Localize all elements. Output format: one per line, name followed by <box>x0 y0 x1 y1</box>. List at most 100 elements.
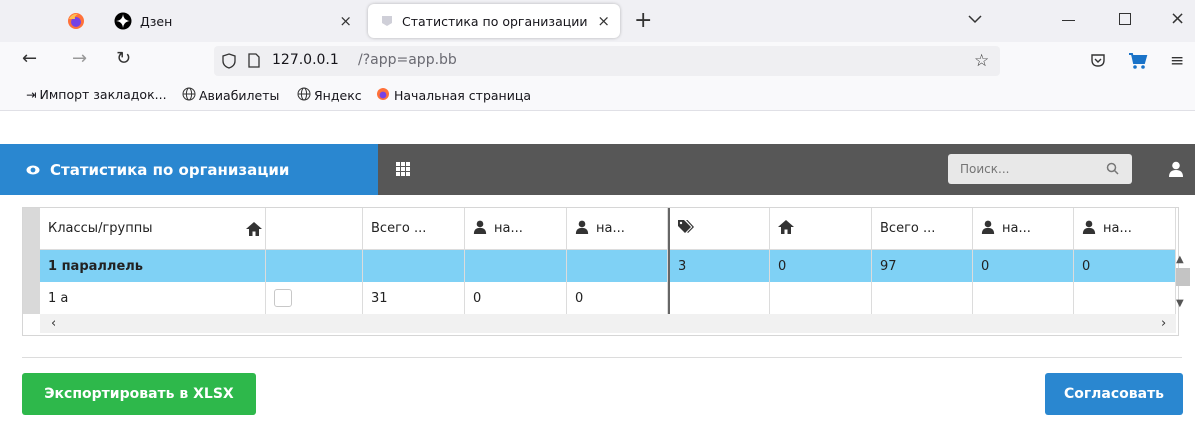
table-cell[interactable] <box>363 250 465 282</box>
page-info-icon[interactable] <box>248 53 260 72</box>
table-cell[interactable]: 0 <box>1074 250 1176 282</box>
column-header-user-4[interactable]: на... <box>1074 208 1176 250</box>
close-icon[interactable]: × <box>339 12 352 30</box>
table-cell[interactable] <box>973 282 1074 314</box>
globe-icon <box>297 87 311 104</box>
eye-icon <box>26 163 40 177</box>
bookmark-star-icon[interactable]: ☆ <box>974 51 989 71</box>
scroll-thumb[interactable] <box>1176 268 1190 286</box>
scroll-down-icon[interactable]: ▼ <box>1176 298 1184 309</box>
tab-dzen-label: Дзен <box>140 13 173 29</box>
window-maximize-icon[interactable] <box>1119 13 1131 25</box>
statistics-table: Классы/группы Всего ... на... на... Всег… <box>22 207 1190 336</box>
table-cell[interactable] <box>1074 282 1176 314</box>
horizontal-scrollbar[interactable] <box>40 314 1176 333</box>
scroll-up-icon[interactable]: ▲ <box>1176 254 1184 265</box>
bookmark-aviabilety[interactable]: Авиабилеты <box>182 87 279 104</box>
pocket-icon[interactable] <box>1090 53 1106 72</box>
cell-value: 31 <box>371 290 388 306</box>
table-cell[interactable]: 0 <box>973 250 1074 282</box>
user-icon <box>1082 220 1096 238</box>
table-cell[interactable] <box>770 282 872 314</box>
apps-grid-icon[interactable] <box>396 162 410 180</box>
table-cell[interactable] <box>465 250 567 282</box>
cell-value: 0 <box>1082 258 1091 274</box>
page-title: Статистика по организации <box>50 160 290 179</box>
page-icon <box>380 14 394 28</box>
row-checkbox[interactable] <box>274 289 292 307</box>
table-cell[interactable] <box>670 282 770 314</box>
url-bar[interactable]: 127.0.0.1 /?app=app.bb ☆ <box>214 46 1000 76</box>
scroll-left-icon[interactable]: ‹ <box>51 316 56 331</box>
column-header-classes[interactable]: Классы/группы <box>40 208 266 250</box>
window-close-icon[interactable]: × <box>1170 8 1185 29</box>
user-icon[interactable] <box>1168 161 1184 181</box>
approve-button[interactable]: Согласовать <box>1045 373 1183 415</box>
header-label: на... <box>1103 221 1132 236</box>
table-cell[interactable]: 1 а <box>40 282 266 314</box>
bookmark-label: Импорт закладок... <box>39 87 167 102</box>
column-header-total-2[interactable]: Всего ... <box>872 208 973 250</box>
section-divider <box>22 357 1182 358</box>
reload-icon[interactable]: ↻ <box>116 48 131 69</box>
cell-value: 0 <box>575 290 584 306</box>
shopping-cart-icon[interactable] <box>1128 52 1148 74</box>
table-cell[interactable]: 3 <box>670 250 770 282</box>
search-box <box>948 154 1132 184</box>
table-cell[interactable]: 31 <box>363 282 465 314</box>
bookmark-yandex[interactable]: Яндекс <box>297 87 362 104</box>
table-cell[interactable]: 97 <box>872 250 973 282</box>
search-input[interactable] <box>958 161 1102 177</box>
header-label: Классы/группы <box>48 221 153 236</box>
window-minimize-icon[interactable] <box>1062 20 1075 21</box>
bookmark-import[interactable]: ⇥ Импорт закладок... <box>26 87 167 102</box>
app-brand[interactable]: Статистика по организации <box>0 144 378 195</box>
bookmark-label: Авиабилеты <box>199 88 280 103</box>
firefox-menu-icon[interactable] <box>66 11 86 31</box>
shield-icon <box>222 53 236 73</box>
table-cell[interactable]: 0 <box>567 282 668 314</box>
tags-icon <box>678 219 694 238</box>
table-cell[interactable]: 0 <box>770 250 872 282</box>
table-cell[interactable] <box>567 250 668 282</box>
table-cell[interactable] <box>266 250 363 282</box>
table-cell[interactable] <box>872 282 973 314</box>
tab-statistics[interactable]: Статистика по организации × <box>368 4 620 38</box>
frozen-column-divider <box>668 208 670 314</box>
firefox-icon <box>376 87 390 104</box>
app-header: Статистика по организации <box>0 144 1195 195</box>
header-label: Всего ... <box>371 221 427 236</box>
export-xlsx-button[interactable]: Экспортировать в XLSX <box>22 373 256 415</box>
new-tab-plus-icon[interactable]: + <box>634 8 652 33</box>
tab-list-chevron-down-icon[interactable] <box>968 13 982 28</box>
column-header-user-1[interactable]: на... <box>465 208 567 250</box>
cell-value: 3 <box>678 258 687 274</box>
close-icon[interactable]: × <box>597 12 610 30</box>
tab-dzen[interactable]: Дзен × <box>100 4 362 38</box>
user-icon <box>575 220 589 238</box>
column-header-user-2[interactable]: на... <box>567 208 668 250</box>
home-icon <box>246 222 262 240</box>
scroll-right-icon[interactable]: › <box>1161 316 1166 331</box>
url-path: /?app=app.bb <box>358 52 457 68</box>
table-cell[interactable]: 0 <box>465 282 567 314</box>
column-header-home-2[interactable] <box>770 208 872 250</box>
bookmark-label: Яндекс <box>314 88 362 103</box>
column-header-total[interactable]: Всего ... <box>363 208 465 250</box>
browser-navigation-bar: ← → ↻ 127.0.0.1 /?app=app.bb ☆ ≡ <box>0 42 1195 82</box>
bookmark-start-page[interactable]: Начальная страница <box>376 87 531 104</box>
menu-hamburger-icon[interactable]: ≡ <box>1170 51 1184 71</box>
column-header-user-3[interactable]: на... <box>973 208 1074 250</box>
column-header-tags[interactable] <box>670 208 770 250</box>
column-header-home-checkbox[interactable] <box>266 208 363 250</box>
cell-value: 1 параллель <box>48 258 144 274</box>
table-cell[interactable] <box>266 282 363 314</box>
cell-value: 0 <box>981 258 990 274</box>
search-icon[interactable] <box>1106 162 1119 179</box>
header-label: на... <box>1002 221 1031 236</box>
forward-arrow-icon[interactable]: → <box>72 48 87 69</box>
back-arrow-icon[interactable]: ← <box>22 48 37 69</box>
grid-left-gutter <box>23 208 40 314</box>
import-icon: ⇥ <box>26 87 37 102</box>
table-cell[interactable]: 1 параллель <box>40 250 266 282</box>
